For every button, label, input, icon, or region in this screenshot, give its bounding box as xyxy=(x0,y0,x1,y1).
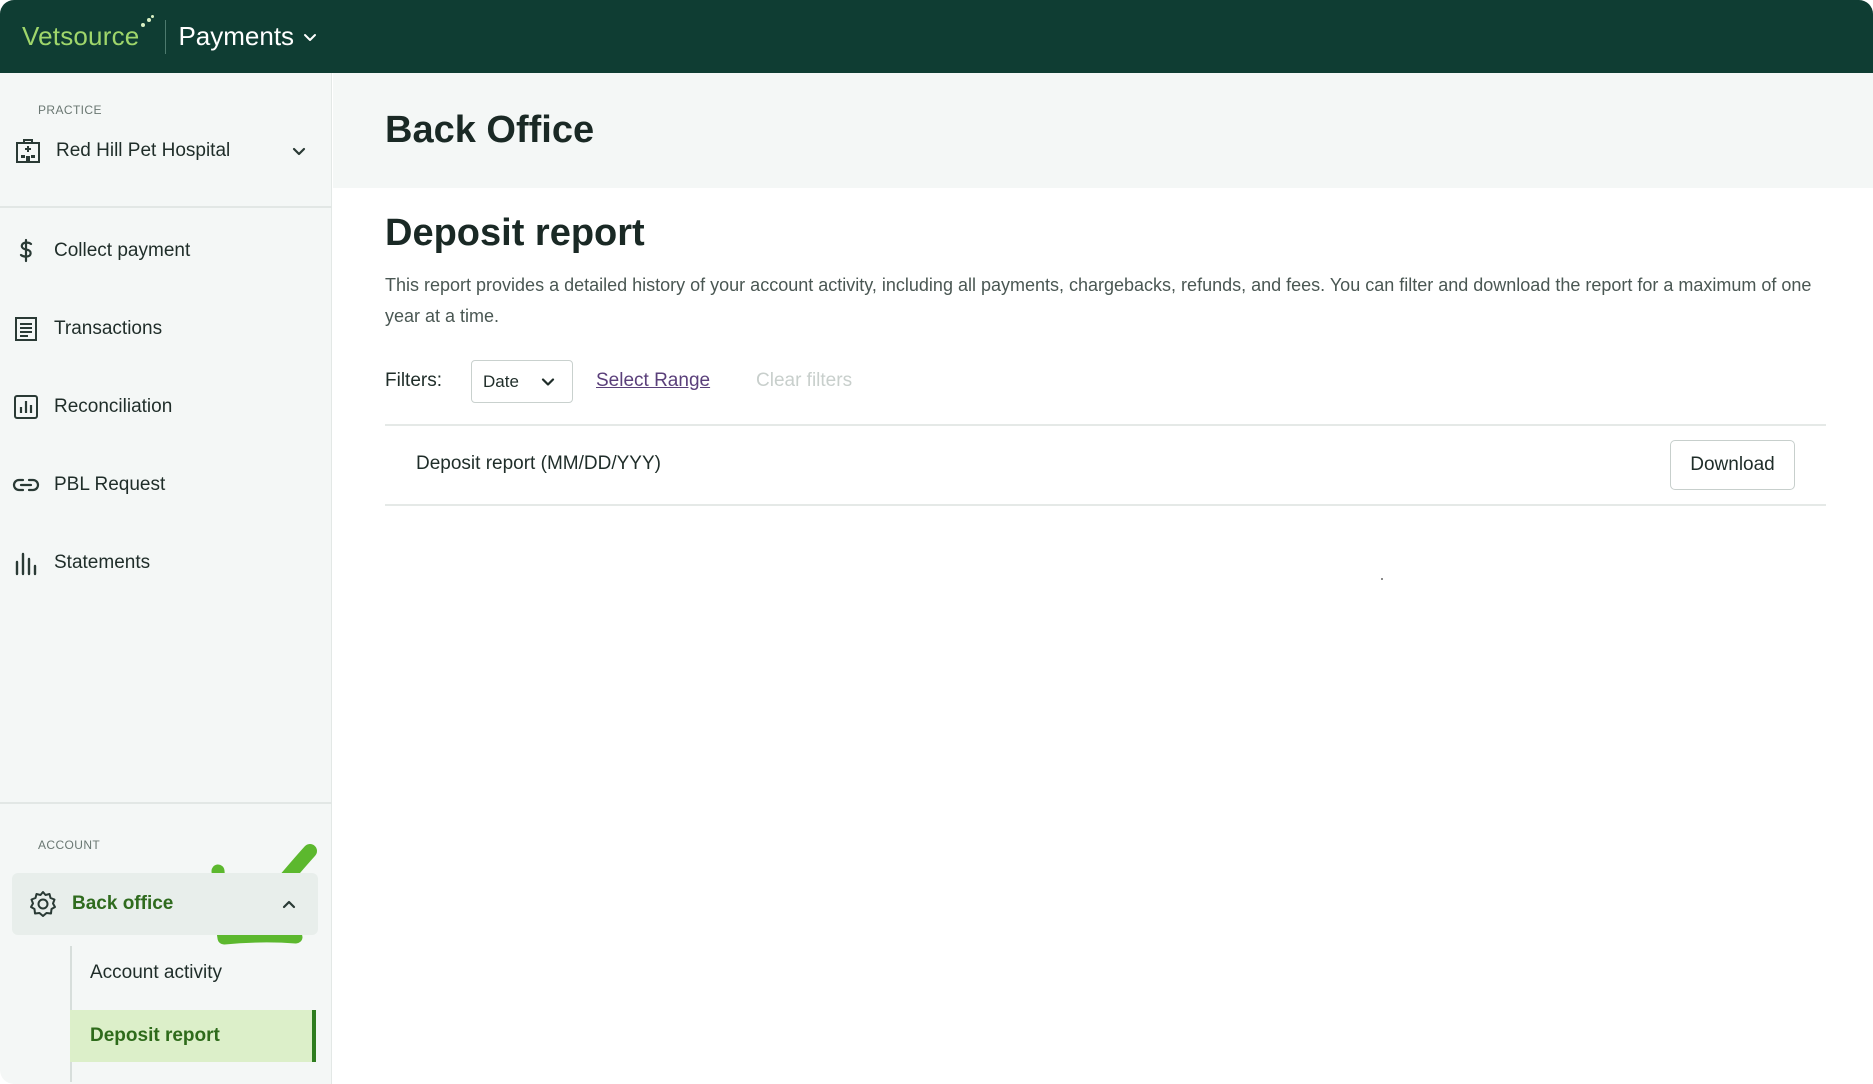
sidebar-subitem-deposit-report[interactable]: Deposit report xyxy=(70,1010,316,1062)
sidebar-item-statements[interactable]: Statements xyxy=(12,537,320,589)
bar-chart-box-icon xyxy=(12,393,40,421)
sidebar-item-label: Collect payment xyxy=(54,240,191,261)
sidebar-item-back-office[interactable]: Back office xyxy=(12,873,318,935)
sidebar-item-collect-payment[interactable]: Collect payment xyxy=(12,225,320,277)
subitem-label: Deposit report xyxy=(90,1025,220,1046)
filters-label: Filters: xyxy=(385,370,442,391)
app-name: Payments xyxy=(178,21,295,51)
select-range-link[interactable]: Select Range xyxy=(596,370,710,392)
link-icon xyxy=(12,471,40,499)
hospital-building-icon xyxy=(16,139,40,163)
page-header: Back Office xyxy=(333,73,1873,188)
section-title: Deposit report xyxy=(385,212,645,254)
report-row-label: Deposit report (MM/DD/YYY) xyxy=(416,453,661,474)
table-divider xyxy=(385,424,1826,426)
practice-section-label: PRACTICE xyxy=(38,103,102,117)
practice-selector[interactable]: Red Hill Pet Hospital xyxy=(12,127,320,175)
sidebar-subitem-account-activity[interactable]: Account activity xyxy=(70,947,316,999)
account-section-label: ACCOUNT xyxy=(38,838,101,852)
logo-text: Vetsource xyxy=(22,21,140,51)
sidebar-item-label: Statements xyxy=(54,552,151,573)
dollar-icon xyxy=(12,237,40,265)
sidebar-item-label: Reconciliation xyxy=(54,396,173,417)
table-divider xyxy=(385,504,1826,506)
topbar-divider xyxy=(165,19,167,54)
bar-chart-icon xyxy=(12,549,40,577)
app-frame: Vetsource Payments PRACTICE Red Hill Pet… xyxy=(0,0,1873,1084)
sidebar-item-reconciliation[interactable]: Reconciliation xyxy=(12,381,320,433)
top-bar: Vetsource Payments xyxy=(0,0,1873,73)
subitem-label: Account activity xyxy=(90,962,222,983)
sidebar-divider xyxy=(0,206,332,208)
sidebar: PRACTICE Red Hill Pet Hospital Collect p… xyxy=(0,73,332,1084)
back-office-label: Back office xyxy=(72,893,174,914)
clear-filters-link[interactable]: Clear filters xyxy=(756,370,852,392)
gear-icon xyxy=(30,891,56,917)
chevron-down-icon xyxy=(541,377,555,386)
active-indicator xyxy=(312,1010,316,1062)
practice-name: Red Hill Pet Hospital xyxy=(56,140,231,161)
chevron-down-icon xyxy=(304,33,317,41)
logo-sparkle-icon xyxy=(139,15,155,29)
date-select-value: Date xyxy=(483,371,519,391)
report-description: This report provides a detailed history … xyxy=(385,275,1812,326)
chevron-down-icon xyxy=(292,147,306,156)
sidebar-item-transactions[interactable]: Transactions xyxy=(12,303,320,355)
chevron-up-icon xyxy=(282,900,296,909)
sidebar-divider xyxy=(0,802,332,804)
app-switcher[interactable]: Payments xyxy=(178,21,318,52)
download-button[interactable]: Download xyxy=(1670,440,1795,490)
vetsource-logo[interactable]: Vetsource xyxy=(22,15,155,52)
stray-dot xyxy=(1381,578,1383,580)
sidebar-item-label: PBL Request xyxy=(54,474,166,495)
date-filter-select[interactable]: Date xyxy=(471,360,573,403)
sidebar-item-pbl-request[interactable]: PBL Request xyxy=(12,459,320,511)
receipt-icon xyxy=(12,315,40,343)
sidebar-item-label: Transactions xyxy=(54,318,163,339)
page-title: Back Office xyxy=(385,109,595,151)
